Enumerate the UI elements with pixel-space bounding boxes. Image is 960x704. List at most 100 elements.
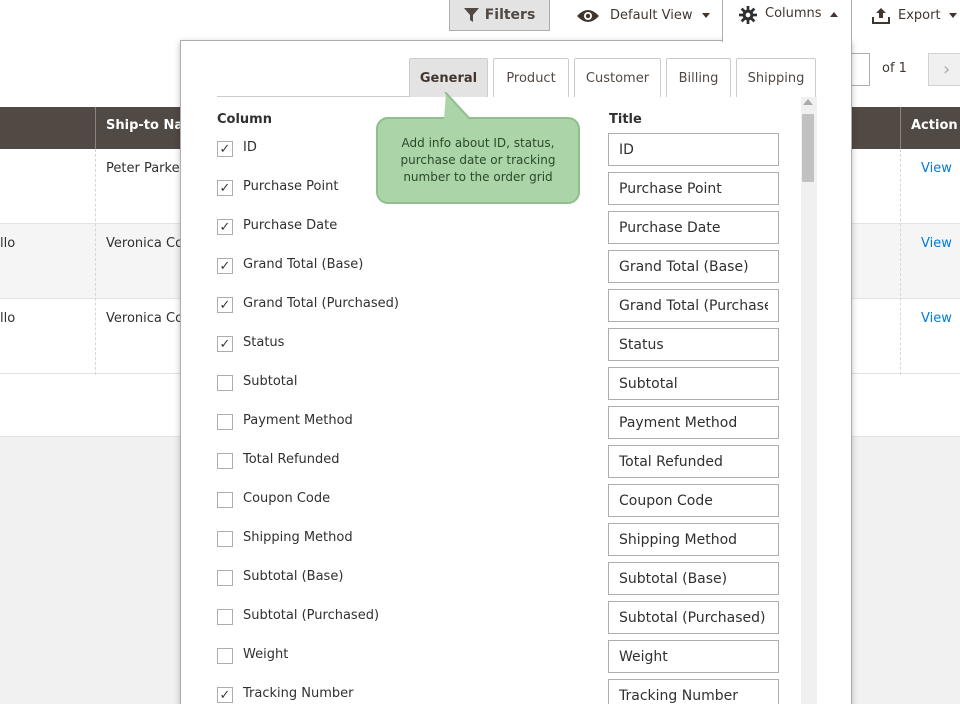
columns-button[interactable]: Columns — [722, 0, 852, 42]
column-checkbox[interactable] — [217, 570, 233, 586]
view-link[interactable]: View — [921, 311, 952, 326]
page-total: of 1 — [882, 61, 907, 76]
column-checkbox[interactable] — [217, 648, 233, 664]
column-divider — [95, 149, 96, 375]
column-divider — [95, 107, 96, 149]
checkmark-icon: ✓ — [219, 141, 231, 157]
column-checkbox[interactable]: ✓ — [217, 687, 233, 703]
column-label: Shipping Method — [243, 530, 353, 545]
column-divider — [900, 107, 901, 149]
column-option: Coupon Code — [217, 484, 779, 523]
column-title-input[interactable] — [608, 484, 779, 517]
tab-product[interactable]: Product — [493, 58, 569, 97]
export-dropdown[interactable]: Export — [872, 0, 957, 31]
column-checkbox[interactable] — [217, 492, 233, 508]
scrollbar-track[interactable] — [801, 97, 817, 704]
column-option: ✓ Purchase Date — [217, 211, 779, 250]
column-checkbox[interactable]: ✓ — [217, 258, 233, 274]
column-label: Weight — [243, 647, 289, 662]
column-title-input[interactable] — [608, 445, 779, 478]
scroll-up-arrow[interactable] — [803, 99, 813, 105]
default-view-label: Default View — [610, 8, 693, 23]
column-checkbox[interactable]: ✓ — [217, 297, 233, 313]
checkmark-icon: ✓ — [219, 336, 231, 352]
checkmark-icon: ✓ — [219, 219, 231, 235]
column-header: Column — [217, 112, 272, 127]
column-title-input[interactable] — [608, 289, 779, 322]
column-label: Total Refunded — [243, 452, 340, 467]
column-checkbox[interactable] — [217, 375, 233, 391]
column-title-input[interactable] — [608, 679, 779, 704]
next-page-button[interactable]: › — [928, 53, 960, 86]
column-label: Status — [243, 335, 285, 350]
chevron-down-icon — [702, 13, 711, 18]
column-option: Shipping Method — [217, 523, 779, 562]
column-option: ✓ Grand Total (Base) — [217, 250, 779, 289]
filters-label: Filters — [484, 7, 536, 23]
column-checkbox[interactable]: ✓ — [217, 219, 233, 235]
column-label: Purchase Date — [243, 218, 338, 233]
column-title-input[interactable] — [608, 211, 779, 244]
view-link[interactable]: View — [921, 161, 952, 176]
help-tooltip: Add info about ID, status, purchase date… — [376, 117, 580, 204]
column-title-input[interactable] — [608, 523, 779, 556]
gear-icon — [739, 6, 757, 24]
column-label: Subtotal — [243, 374, 298, 389]
checkmark-icon: ✓ — [219, 297, 231, 313]
eye-icon — [577, 9, 599, 22]
column-title-input[interactable] — [608, 133, 779, 166]
column-title-input[interactable] — [608, 640, 779, 673]
column-checkbox[interactable] — [217, 414, 233, 430]
export-label: Export — [898, 8, 941, 23]
column-label: Grand Total (Purchased) — [243, 296, 399, 311]
columns-label: Columns — [765, 6, 822, 21]
export-icon — [872, 7, 890, 24]
chevron-up-icon — [829, 12, 838, 17]
column-option: Subtotal — [217, 367, 779, 406]
column-divider — [900, 149, 901, 375]
column-checkbox[interactable]: ✓ — [217, 180, 233, 196]
column-checkbox[interactable] — [217, 609, 233, 625]
column-option: Payment Method — [217, 406, 779, 445]
column-label: Tracking Number — [243, 686, 354, 701]
table-cell: llo — [0, 236, 16, 251]
column-title-input[interactable] — [608, 367, 779, 400]
column-title-input[interactable] — [608, 562, 779, 595]
column-option: Subtotal (Base) — [217, 562, 779, 601]
column-option: ✓ Grand Total (Purchased) — [217, 289, 779, 328]
column-header-action: Action — [911, 118, 958, 133]
tab-billing[interactable]: Billing — [666, 58, 731, 97]
column-checkbox[interactable]: ✓ — [217, 336, 233, 352]
column-option: Subtotal (Purchased) — [217, 601, 779, 640]
scrollbar-thumb[interactable] — [802, 114, 814, 182]
default-view-dropdown[interactable]: Default View — [576, 0, 711, 31]
checkmark-icon: ✓ — [219, 687, 231, 703]
ship-to-cell: Peter Parker — [106, 161, 185, 176]
chevron-down-icon — [948, 13, 957, 18]
filters-button[interactable]: Filters — [449, 0, 550, 31]
column-label: Subtotal (Purchased) — [243, 608, 380, 623]
tabs-baseline — [217, 96, 409, 97]
checkmark-icon: ✓ — [219, 258, 231, 274]
tab-customer[interactable]: Customer — [574, 58, 661, 97]
column-label: Subtotal (Base) — [243, 569, 344, 584]
column-checkbox[interactable] — [217, 531, 233, 547]
column-label: Grand Total (Base) — [243, 257, 364, 272]
column-checkbox[interactable]: ✓ — [217, 141, 233, 157]
column-option: Weight — [217, 640, 779, 679]
filter-icon — [463, 8, 479, 22]
ship-to-cell: Veronica Cos — [106, 311, 190, 326]
column-label: ID — [243, 140, 257, 155]
column-title-input[interactable] — [608, 250, 779, 283]
tab-shipping[interactable]: Shipping — [736, 58, 816, 97]
view-link[interactable]: View — [921, 236, 952, 251]
column-label: Coupon Code — [243, 491, 331, 506]
column-title-input[interactable] — [608, 601, 779, 634]
ship-to-cell: Veronica Cos — [106, 236, 190, 251]
column-checkbox[interactable] — [217, 453, 233, 469]
column-option: ✓ Tracking Number — [217, 679, 779, 704]
chevron-right-icon: › — [943, 59, 951, 80]
column-title-input[interactable] — [608, 172, 779, 205]
column-title-input[interactable] — [608, 328, 779, 361]
column-title-input[interactable] — [608, 406, 779, 439]
